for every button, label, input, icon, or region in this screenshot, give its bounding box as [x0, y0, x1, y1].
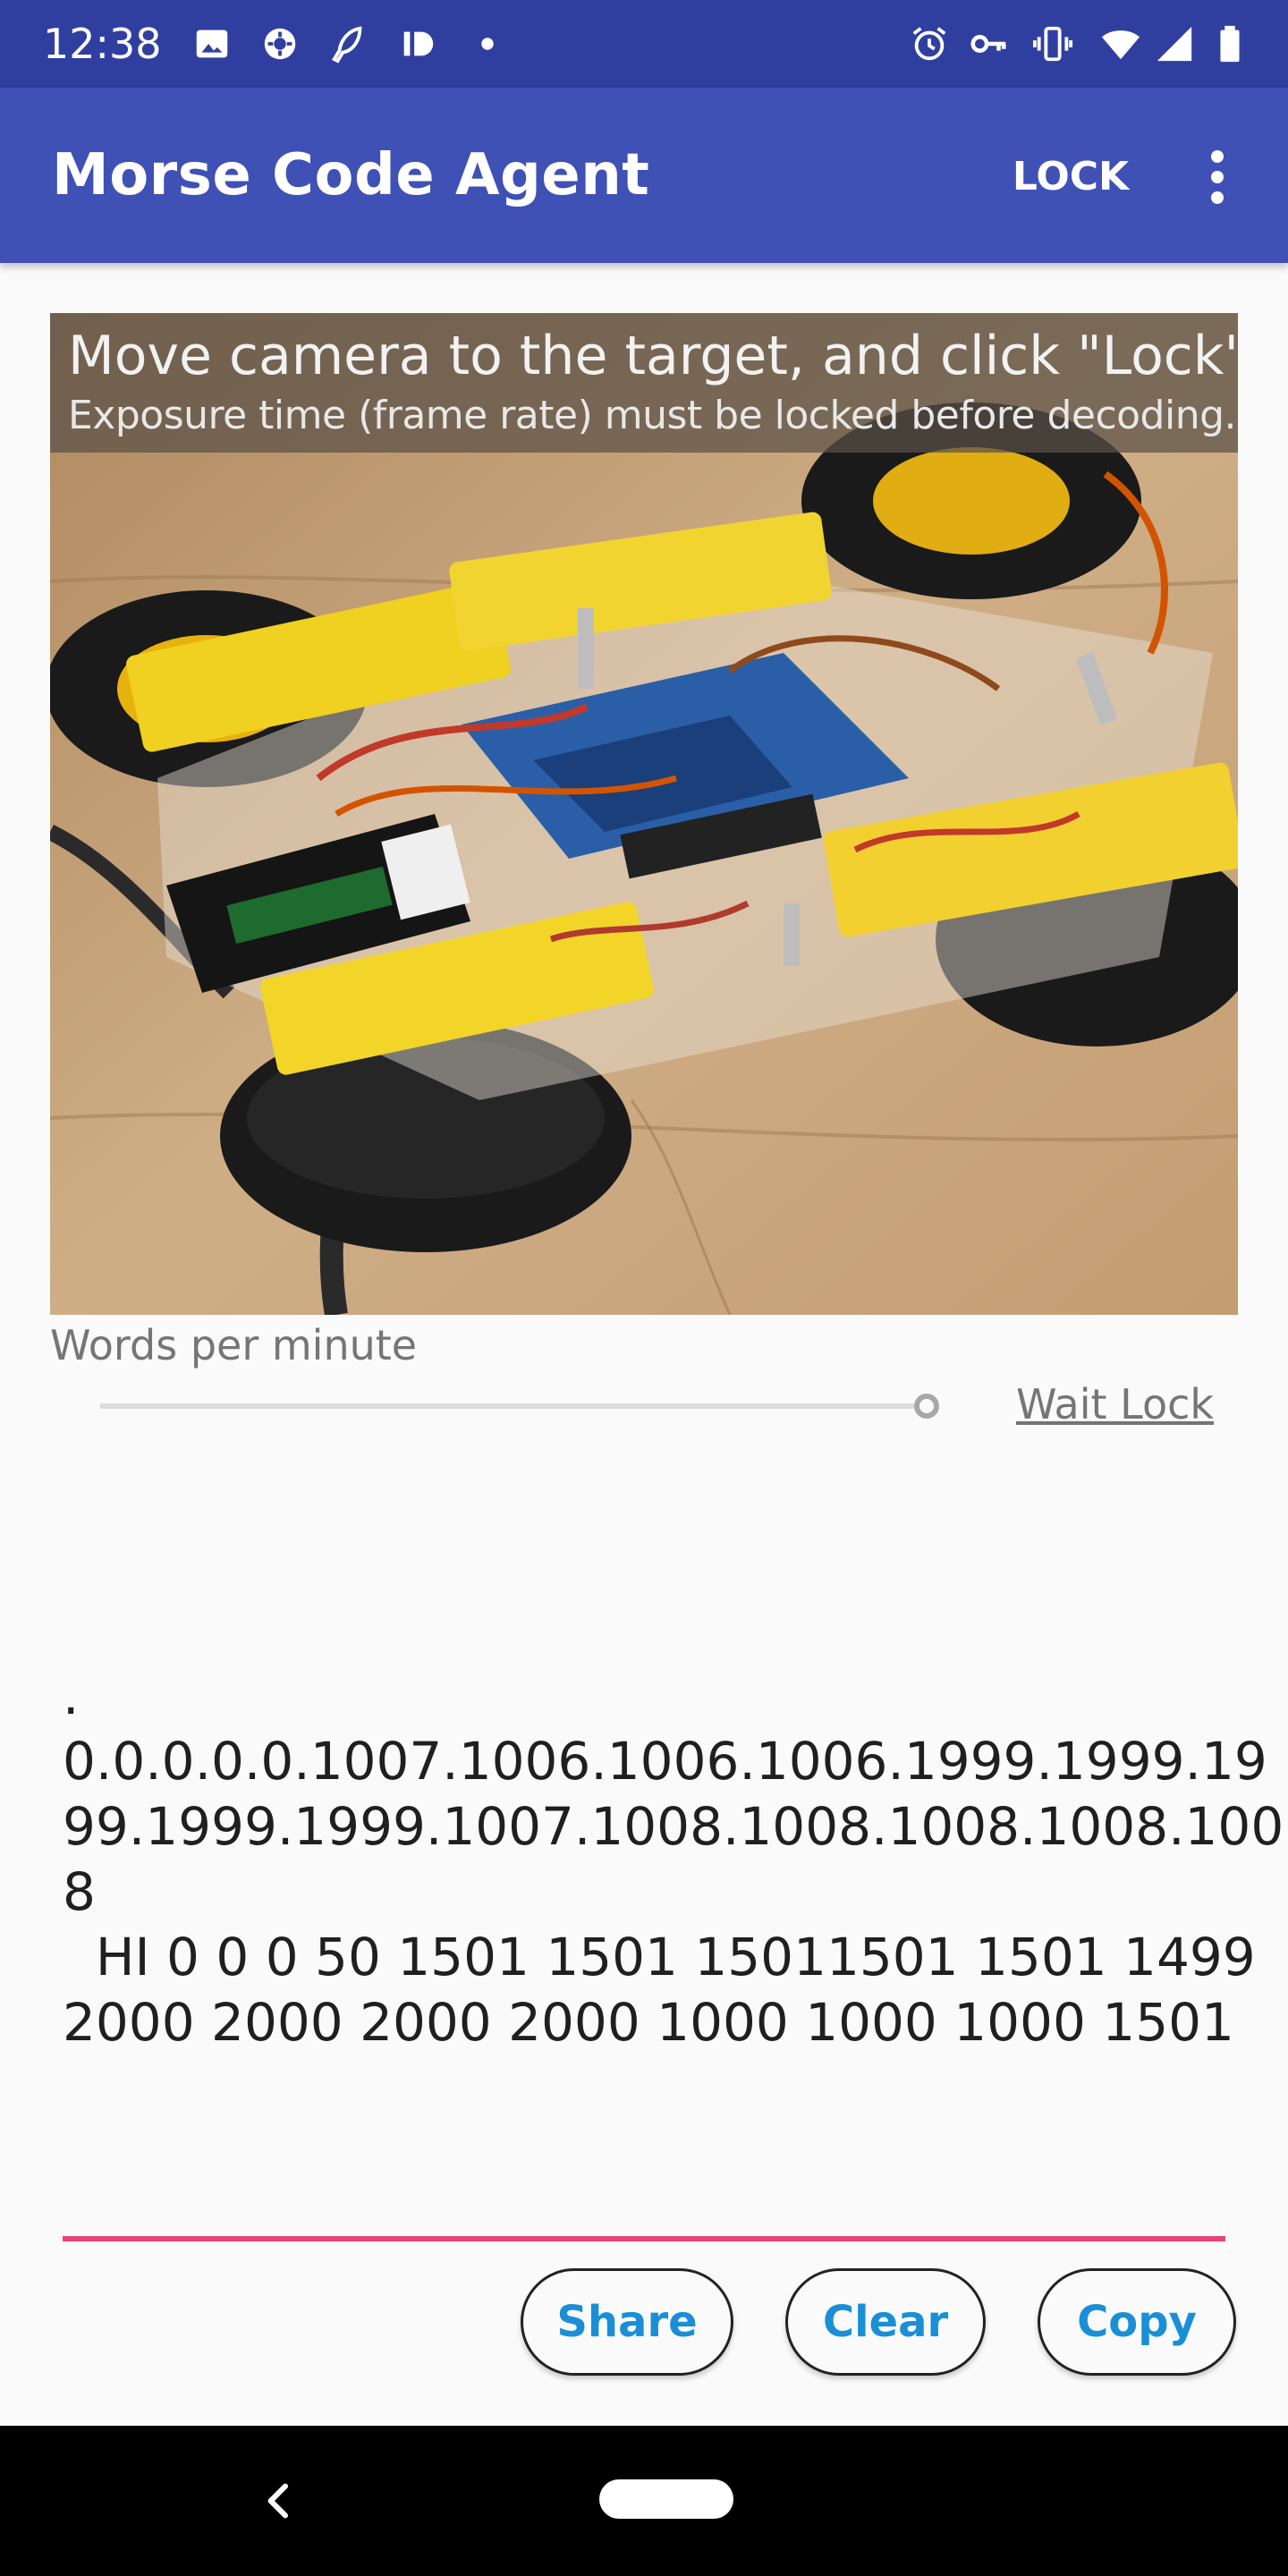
status-bar: 12:38: [0, 0, 1288, 88]
text-field-underline: [63, 2236, 1225, 2241]
instruction-subtitle: Exposure time (frame rate) must be locke…: [68, 393, 1237, 438]
home-pill-icon[interactable]: [599, 2479, 733, 2519]
image-icon: [191, 23, 233, 64]
slider-thumb[interactable]: [914, 1394, 939, 1419]
clear-button[interactable]: Clear: [785, 2268, 986, 2376]
wpm-slider[interactable]: [89, 1377, 966, 1435]
slider-track: [100, 1403, 914, 1409]
alarm-icon: [909, 23, 950, 64]
instruction-title: Move camera to the target, and click "Lo…: [68, 325, 1238, 387]
wpm-label: Words per minute: [50, 1321, 418, 1369]
dot-icon: [467, 23, 508, 64]
camera-preview[interactable]: Move camera to the target, and click "Lo…: [50, 313, 1238, 1315]
app-title: Morse Code Agent: [52, 142, 650, 208]
lock-button[interactable]: LOCK: [1004, 152, 1138, 202]
instruction-overlay: Move camera to the target, and click "Lo…: [50, 313, 1238, 453]
feather-icon: [327, 23, 369, 64]
more-vert-icon[interactable]: [1193, 143, 1243, 211]
back-icon[interactable]: [254, 2476, 304, 2526]
settings-gear-icon: [259, 23, 301, 64]
share-button[interactable]: Share: [521, 2268, 733, 2376]
id-icon: [397, 23, 438, 64]
decoded-line: 99.1999.1999.1007.1008.1008.1008.1008.10…: [63, 1796, 1284, 1857]
status-time: 12:38: [43, 20, 162, 68]
copy-button[interactable]: Copy: [1038, 2268, 1236, 2376]
decoded-line: 0.0.0.0.0.1007.1006.1006.1006.1999.1999.…: [63, 1731, 1267, 1792]
battery-icon: [1209, 23, 1250, 64]
decoded-line: 8: [63, 1861, 96, 1922]
wait-lock-link[interactable]: Wait Lock: [1016, 1377, 1214, 1431]
decoded-line: HI 0 0 0 50 1501 1501 15011501 1501 1499: [63, 1927, 1256, 1987]
wifi-icon: [1100, 23, 1141, 64]
decoded-output[interactable]: . 0.0.0.0.0.1007.1006.1006.1006.1999.199…: [63, 1664, 1284, 2055]
vibrate-icon: [1032, 23, 1073, 64]
decoded-line: 2000 2000 2000 2000 1000 1000 1000 1501: [63, 1992, 1234, 2053]
camera-frame-image: [50, 313, 1238, 1315]
signal-icon: [1154, 23, 1195, 64]
key-icon: [968, 23, 1009, 64]
navigation-bar: [0, 2426, 1288, 2576]
app-bar: Morse Code Agent LOCK: [0, 88, 1288, 263]
decoded-line: .: [63, 1665, 80, 1726]
